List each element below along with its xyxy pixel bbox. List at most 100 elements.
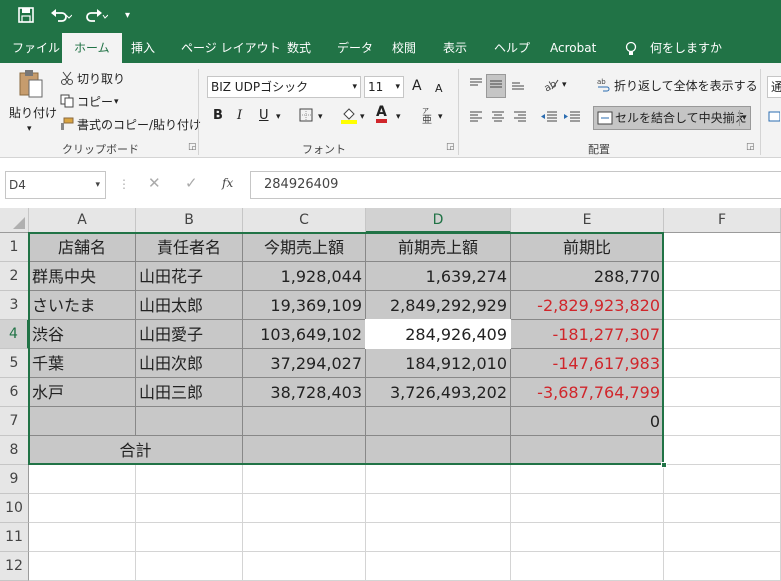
table-cell[interactable]: 群馬中央 [29, 262, 136, 291]
table-header-cell[interactable]: 今期売上額 [243, 233, 366, 262]
paste-button[interactable]: 貼り付け [9, 105, 57, 121]
font-launcher-icon[interactable]: ◲ [446, 142, 455, 152]
tab-data[interactable]: データ [337, 33, 373, 63]
table-cell[interactable]: 38,728,403 [243, 378, 366, 407]
number-format-select[interactable]: 通 [767, 76, 781, 98]
merge-dropdown-icon[interactable]: ▾ [739, 110, 747, 126]
table-header-cell[interactable]: 責任者名 [136, 233, 243, 262]
borders-dropdown-icon[interactable]: ▾ [318, 109, 323, 125]
table-cell[interactable] [664, 349, 781, 378]
table-cell[interactable]: -147,617,983 [511, 349, 664, 378]
table-cell[interactable] [664, 378, 781, 407]
table-cell[interactable]: 山田愛子 [136, 320, 243, 349]
row-header-9[interactable]: 9 [0, 465, 29, 494]
align-bottom-icon[interactable] [510, 76, 526, 96]
tab-review[interactable]: 校閲 [392, 33, 416, 63]
row-header-5[interactable]: 5 [0, 349, 29, 378]
table-cell[interactable] [136, 552, 243, 581]
table-cell[interactable]: 1,928,044 [243, 262, 366, 291]
insert-function-button[interactable]: fx [222, 175, 233, 191]
table-cell[interactable]: 山田三郎 [136, 378, 243, 407]
table-cell[interactable]: 2,849,292,929 [366, 291, 511, 320]
font-color-button[interactable]: A [376, 105, 387, 123]
cut-button[interactable]: 切り取り [77, 71, 125, 87]
table-cell[interactable]: 渋谷 [29, 320, 136, 349]
column-header-f[interactable]: F [664, 208, 781, 233]
table-cell[interactable] [136, 523, 243, 552]
table-cell[interactable] [243, 436, 366, 465]
tab-view[interactable]: 表示 [443, 33, 467, 63]
clipboard-launcher-icon[interactable]: ◲ [188, 142, 197, 152]
column-header-e[interactable]: E [511, 208, 664, 233]
copy-dropdown-icon[interactable]: ▾ [114, 94, 119, 110]
tab-formulas[interactable]: 数式 [287, 33, 311, 63]
row-header-6[interactable]: 6 [0, 378, 29, 407]
phonetic-guide-icon[interactable]: ア亜 [420, 106, 434, 128]
tell-me-search[interactable]: 何をしますか [650, 33, 722, 63]
fill-color-dropdown-icon[interactable]: ▾ [360, 109, 365, 125]
column-header-b[interactable]: B [136, 208, 243, 233]
row-header-10[interactable]: 10 [0, 494, 29, 523]
table-cell[interactable] [136, 407, 243, 436]
column-header-a[interactable]: A [29, 208, 136, 233]
tab-help[interactable]: ヘルプ [494, 33, 530, 63]
fill-color-icon[interactable] [341, 106, 357, 128]
table-cell[interactable] [664, 552, 781, 581]
table-cell[interactable]: 284,926,409 [366, 320, 511, 349]
save-icon[interactable] [18, 7, 34, 27]
lightbulb-icon[interactable] [625, 33, 637, 63]
row-header-3[interactable]: 3 [0, 291, 29, 320]
table-cell[interactable]: 1,639,274 [366, 262, 511, 291]
table-cell[interactable] [366, 523, 511, 552]
table-cell[interactable] [243, 523, 366, 552]
table-cell[interactable]: 103,649,102 [243, 320, 366, 349]
copy-icon[interactable] [60, 94, 74, 112]
total-label-cell[interactable]: 合計 [29, 436, 243, 465]
phonetic-dropdown-icon[interactable]: ▾ [438, 109, 443, 125]
table-cell[interactable]: さいたま [29, 291, 136, 320]
table-cell[interactable] [366, 436, 511, 465]
row-header-11[interactable]: 11 [0, 523, 29, 552]
table-cell[interactable]: -2,829,923,820 [511, 291, 664, 320]
format-painter-icon[interactable] [60, 117, 74, 135]
font-size-select[interactable]: 11 ▾ [364, 76, 404, 98]
table-cell[interactable] [511, 436, 664, 465]
row-header-7[interactable]: 7 [0, 407, 29, 436]
table-cell[interactable]: 山田花子 [136, 262, 243, 291]
paste-dropdown-icon[interactable]: ▾ [27, 121, 32, 137]
table-cell[interactable] [511, 552, 664, 581]
orientation-dropdown-icon[interactable]: ▾ [562, 77, 567, 93]
redo-icon[interactable] [86, 7, 109, 27]
tab-insert[interactable]: 挿入 [131, 33, 155, 63]
select-all-button[interactable] [0, 208, 29, 233]
cut-icon[interactable] [60, 71, 74, 89]
table-cell[interactable] [664, 233, 781, 262]
merge-center-button[interactable]: セルを結合して中央揃え ▾ [593, 106, 751, 130]
grow-font-button[interactable]: A [412, 78, 422, 94]
tab-file[interactable]: ファイル [12, 33, 60, 63]
table-cell[interactable] [29, 523, 136, 552]
row-header-4[interactable]: 4 [0, 320, 29, 349]
table-cell[interactable] [664, 320, 781, 349]
table-cell[interactable]: 37,294,027 [243, 349, 366, 378]
table-cell[interactable] [511, 494, 664, 523]
tab-home[interactable]: ホーム [62, 33, 122, 63]
decrease-indent-icon[interactable] [540, 109, 558, 129]
table-cell[interactable] [664, 262, 781, 291]
tab-page-layout[interactable]: ページ レイアウト [181, 33, 281, 63]
worksheet-grid[interactable]: A B C D E F 1 2 3 4 5 6 7 8 9 10 11 12 店舗名 責任者名 今期売上額 前期売上額 前期… [0, 208, 781, 581]
orientation-icon[interactable]: ab [542, 76, 560, 96]
table-cell[interactable]: 山田次郎 [136, 349, 243, 378]
alignment-launcher-icon[interactable]: ◲ [746, 142, 755, 152]
table-cell[interactable]: 19,369,109 [243, 291, 366, 320]
table-header-cell[interactable]: 前期比 [511, 233, 664, 262]
table-cell[interactable] [243, 552, 366, 581]
shrink-font-button[interactable]: A [435, 81, 443, 97]
currency-format-icon[interactable] [768, 109, 781, 129]
table-cell[interactable] [29, 465, 136, 494]
table-cell[interactable] [664, 407, 781, 436]
table-cell[interactable] [664, 465, 781, 494]
table-cell[interactable] [664, 523, 781, 552]
table-cell[interactable]: -3,687,764,799 [511, 378, 664, 407]
row-header-12[interactable]: 12 [0, 552, 29, 581]
